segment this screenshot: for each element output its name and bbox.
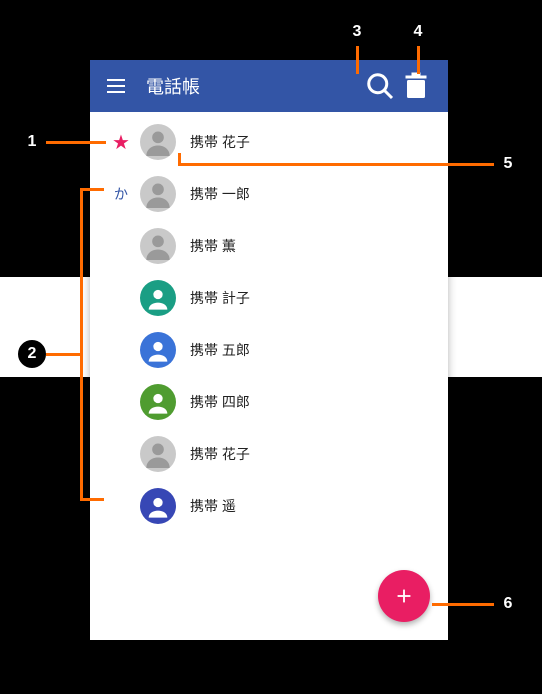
person-silhouette-icon (144, 180, 172, 208)
callout-2: 2 (18, 340, 46, 368)
contact-name: 携帯 花子 (190, 132, 250, 152)
person-icon (144, 492, 172, 520)
callout-line-2c (46, 353, 82, 356)
search-icon (362, 68, 398, 104)
callout-line-3 (356, 46, 359, 74)
avatar (140, 488, 176, 524)
contact-row[interactable]: 携帯 五郎 (90, 324, 448, 376)
callout-line-5v (178, 153, 181, 166)
callout-line-2v (80, 188, 83, 500)
person-silhouette-icon (144, 232, 172, 260)
callout-5: 5 (494, 150, 522, 178)
callout-4: 4 (404, 18, 432, 46)
contact-name: 携帯 一郎 (190, 184, 250, 204)
contact-name: 携帯 計子 (190, 288, 250, 308)
contact-row[interactable]: 携帯 薫 (90, 220, 448, 272)
avatar (140, 228, 176, 264)
callout-line-2b (80, 498, 104, 501)
callout-6: 6 (494, 590, 522, 618)
star-icon: ★ (102, 130, 140, 155)
search-button[interactable] (362, 68, 398, 104)
avatar (140, 124, 176, 160)
index-label: か (102, 184, 140, 204)
app-bar: 電話帳 (90, 60, 448, 112)
contact-row[interactable]: 携帯 四郎 (90, 376, 448, 428)
contact-name: 携帯 四郎 (190, 392, 250, 412)
plus-icon (393, 585, 415, 607)
avatar (140, 436, 176, 472)
contact-name: 携帯 薫 (190, 236, 236, 256)
callout-line-1 (46, 141, 106, 144)
avatar (140, 176, 176, 212)
avatar (140, 384, 176, 420)
contact-row[interactable]: 携帯 計子 (90, 272, 448, 324)
contact-name: 携帯 花子 (190, 444, 250, 464)
appbar-title: 電話帳 (146, 73, 362, 99)
callout-3: 3 (343, 18, 371, 46)
callout-line-4 (417, 46, 420, 74)
callout-1: 1 (18, 128, 46, 156)
contact-name: 携帯 五郎 (190, 340, 250, 360)
contact-row[interactable]: 携帯 花子 (90, 428, 448, 480)
contact-list: ★ 携帯 花子 か 携帯 一郎 携帯 薫 携帯 計子 (90, 112, 448, 532)
person-icon (144, 284, 172, 312)
callout-line-2t (80, 188, 104, 191)
person-silhouette-icon (144, 128, 172, 156)
avatar (140, 280, 176, 316)
avatar (140, 332, 176, 368)
menu-button[interactable] (104, 74, 128, 98)
person-icon (144, 336, 172, 364)
person-icon (144, 388, 172, 416)
contact-name: 携帯 遥 (190, 496, 236, 516)
callout-line-5h (178, 163, 494, 166)
delete-button[interactable] (398, 68, 434, 104)
contact-row[interactable]: ★ 携帯 花子 (90, 116, 448, 168)
callout-line-6 (432, 603, 494, 606)
contact-row[interactable]: か 携帯 一郎 (90, 168, 448, 220)
hamburger-icon (104, 74, 128, 98)
person-silhouette-icon (144, 440, 172, 468)
contact-row[interactable]: 携帯 遥 (90, 480, 448, 532)
trash-icon (398, 68, 434, 104)
add-contact-fab[interactable] (378, 570, 430, 622)
phone-frame: 電話帳 ★ 携帯 花子 か 携帯 一郎 (90, 60, 448, 640)
